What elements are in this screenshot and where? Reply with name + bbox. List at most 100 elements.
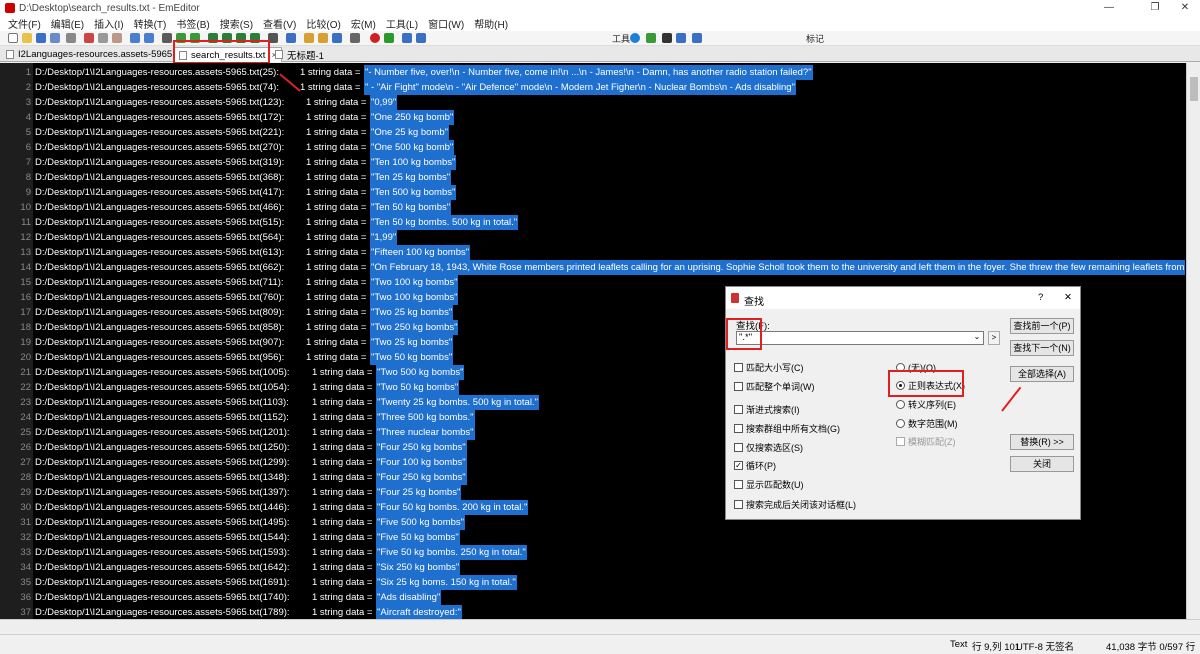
macro-icon[interactable] (332, 33, 342, 43)
menu-macros[interactable]: 宏(M) (351, 16, 376, 31)
menu-edit[interactable]: 编辑(E) (51, 16, 84, 31)
editor-line[interactable]: 6 D:/Desktop/1\I2Languages-resources.asse… (0, 140, 1186, 155)
menu-convert[interactable]: 转换(T) (134, 16, 167, 31)
selected-match[interactable]: "Fifteen 100 kg bombs" (370, 245, 471, 260)
show-count-checkbox[interactable]: 显示匹配数(U) (734, 478, 804, 491)
close-dialog-button[interactable]: ✕ (1064, 292, 1072, 303)
find-options-arrow[interactable]: > (988, 331, 1000, 345)
selected-match[interactable]: "Aircraft destroyed:" (376, 605, 462, 619)
scrollbar-thumb[interactable] (1190, 77, 1198, 101)
editor-line[interactable]: 33 D:/Desktop/1\I2Languages-resources.ass… (0, 545, 1186, 560)
save-icon[interactable] (36, 33, 46, 43)
selected-match[interactable]: "Two 250 kg bombs" (370, 320, 459, 335)
selected-match[interactable]: "Ten 50 kg bombs. 500 kg in total." (370, 215, 519, 230)
incremental-search-checkbox[interactable]: 渐进式搜索(I) (734, 403, 800, 416)
selected-match[interactable]: "Ten 500 kg bombs" (370, 185, 457, 200)
selected-match[interactable]: "Five 500 kg bombs" (376, 515, 466, 530)
editor-line[interactable]: 14 D:/Desktop/1\I2Languages-resources.ass… (0, 260, 1186, 275)
options-icon[interactable] (350, 33, 360, 43)
selected-match[interactable]: " - "Air Fight" mode\n - "Air Defence" m… (364, 80, 796, 95)
selected-match[interactable]: "Four 250 kg bombs" (376, 470, 467, 485)
selected-match[interactable]: "On February 18, 1943, White Rose member… (370, 260, 1186, 275)
selected-match[interactable]: "1,99" (370, 230, 398, 245)
find-input[interactable]: ".*" (736, 331, 984, 345)
selected-match[interactable]: "Ten 25 kg bombs" (370, 170, 452, 185)
vertical-scrollbar[interactable] (1186, 63, 1200, 619)
editor-line[interactable]: 36 D:/Desktop/1\I2Languages-resources.ass… (0, 590, 1186, 605)
selected-match[interactable]: "One 25 kg bomb" (370, 125, 449, 140)
selected-match[interactable]: "Five 50 kg bombs. 250 kg in total." (376, 545, 527, 560)
open-folder-icon[interactable] (22, 33, 32, 43)
help-button[interactable]: ? (1038, 292, 1043, 303)
print-icon[interactable] (66, 33, 76, 43)
new-file-icon[interactable] (8, 33, 18, 43)
selected-match[interactable]: "Six 25 kg boms. 150 kg in total." (376, 575, 517, 590)
editor-line[interactable]: 7 D:/Desktop/1\I2Languages-resources.asse… (0, 155, 1186, 170)
tab-untitled[interactable]: 无标题-1 (271, 47, 328, 62)
cut-icon[interactable] (84, 33, 94, 43)
selected-match[interactable]: "Four 25 kg bombs" (376, 485, 462, 500)
editor-line[interactable]: 13 D:/Desktop/1\I2Languages-resources.ass… (0, 245, 1186, 260)
match-case-checkbox[interactable]: 匹配大小写(C) (734, 361, 804, 374)
selected-match[interactable]: "Four 250 kg bombs" (376, 440, 467, 455)
send-icon[interactable] (692, 33, 702, 43)
search-selection-checkbox[interactable]: 仅搜索选区(S) (734, 441, 803, 454)
select-all-button[interactable]: 全部选择(A) (1010, 366, 1074, 382)
find-icon[interactable] (162, 33, 172, 43)
selected-match[interactable]: "Two 50 kg bombs" (376, 380, 460, 395)
record-macro-icon[interactable] (370, 33, 380, 43)
selected-match[interactable]: "- Number five, over!\n - Number five, c… (364, 65, 813, 80)
selected-match[interactable]: "Two 25 kg bombs" (370, 335, 454, 350)
close-window-button[interactable]: ✕ (1170, 0, 1200, 16)
selected-match[interactable]: "Six 250 kg bombs" (376, 560, 461, 575)
menu-compare[interactable]: 比较(O) (306, 16, 340, 31)
plugin-icon[interactable] (318, 33, 328, 43)
replace-button[interactable]: 替换(R) >> (1010, 434, 1074, 450)
editor-line[interactable]: 32 D:/Desktop/1\I2Languages-resources.ass… (0, 530, 1186, 545)
wrap-around-checkbox[interactable]: ✓ 循环(P) (734, 459, 776, 472)
editor-line[interactable]: 10 D:/Desktop/1\I2Languages-resources.ass… (0, 200, 1186, 215)
selected-match[interactable]: "Ten 100 kg bombs" (370, 155, 457, 170)
selected-match[interactable]: "Ten 50 kg bombs" (370, 200, 452, 215)
save-all-icon[interactable] (50, 33, 60, 43)
menu-view[interactable]: 查看(V) (263, 16, 296, 31)
selected-match[interactable]: "Two 500 kg bombs" (376, 365, 465, 380)
find-previous-button[interactable]: 查找前一个(P) (1010, 318, 1074, 334)
selected-match[interactable]: "Two 25 kg bombs" (370, 305, 454, 320)
selected-match[interactable]: "Twenty 25 kg bombs. 500 kg in total." (376, 395, 539, 410)
editor-line[interactable]: 9 D:/Desktop/1\I2Languages-resources.asse… (0, 185, 1186, 200)
horizontal-scrollbar[interactable] (0, 619, 1200, 633)
selected-match[interactable]: "Three 500 kg bombs." (376, 410, 475, 425)
tab-i2languages[interactable]: I2Languages-resources.assets-5965.txt (2, 47, 189, 62)
selected-match[interactable]: "Two 100 kg bombs" (370, 275, 459, 290)
selected-match[interactable]: "Four 100 kg bombs" (376, 455, 467, 470)
editor-line[interactable]: 5 D:/Desktop/1\I2Languages-resources.asse… (0, 125, 1186, 140)
selected-match[interactable]: "0,99" (370, 95, 398, 110)
menu-insert[interactable]: 插入(I) (94, 16, 123, 31)
editor-line[interactable]: 1 D:/Desktop/1\I2Languages-resources.asse… (0, 65, 1186, 80)
menu-window[interactable]: 窗口(W) (428, 16, 464, 31)
find-next-button[interactable]: 查找下一个(N) (1010, 340, 1074, 356)
run-macro-icon[interactable] (384, 33, 394, 43)
close-button[interactable]: 关闭 (1010, 456, 1074, 472)
tools-icon[interactable] (304, 33, 314, 43)
bookmark-next-icon[interactable] (416, 33, 426, 43)
selected-match[interactable]: "Five 50 kg bombs" (376, 530, 460, 545)
editor-line[interactable]: 8 D:/Desktop/1\I2Languages-resources.asse… (0, 170, 1186, 185)
selected-match[interactable]: "One 500 kg bomb" (370, 140, 455, 155)
editor-line[interactable]: 12 D:/Desktop/1\I2Languages-resources.ass… (0, 230, 1186, 245)
search-group-checkbox[interactable]: 搜索群组中所有文档(G) (734, 422, 840, 435)
maximize-button[interactable]: ❐ (1140, 0, 1170, 16)
menu-tools[interactable]: 工具(L) (386, 16, 418, 31)
selected-match[interactable]: "Two 50 kg bombs" (370, 350, 454, 365)
copy-icon[interactable] (98, 33, 108, 43)
find-history-dropdown[interactable]: ⌄ (971, 331, 983, 345)
bookmark-icon[interactable] (402, 33, 412, 43)
menu-bookmarks[interactable]: 书签(B) (176, 16, 209, 31)
editor-line[interactable]: 11 D:/Desktop/1\I2Languages-resources.ass… (0, 215, 1186, 230)
close-after-search-checkbox[interactable]: 搜索完成后关闭该对话框(L) (734, 498, 856, 511)
selected-match[interactable]: "Ads disabling" (376, 590, 442, 605)
editor-line[interactable]: 35 D:/Desktop/1\I2Languages-resources.ass… (0, 575, 1186, 590)
paste-icon[interactable] (112, 33, 122, 43)
selected-match[interactable]: "Two 100 kg bombs" (370, 290, 459, 305)
